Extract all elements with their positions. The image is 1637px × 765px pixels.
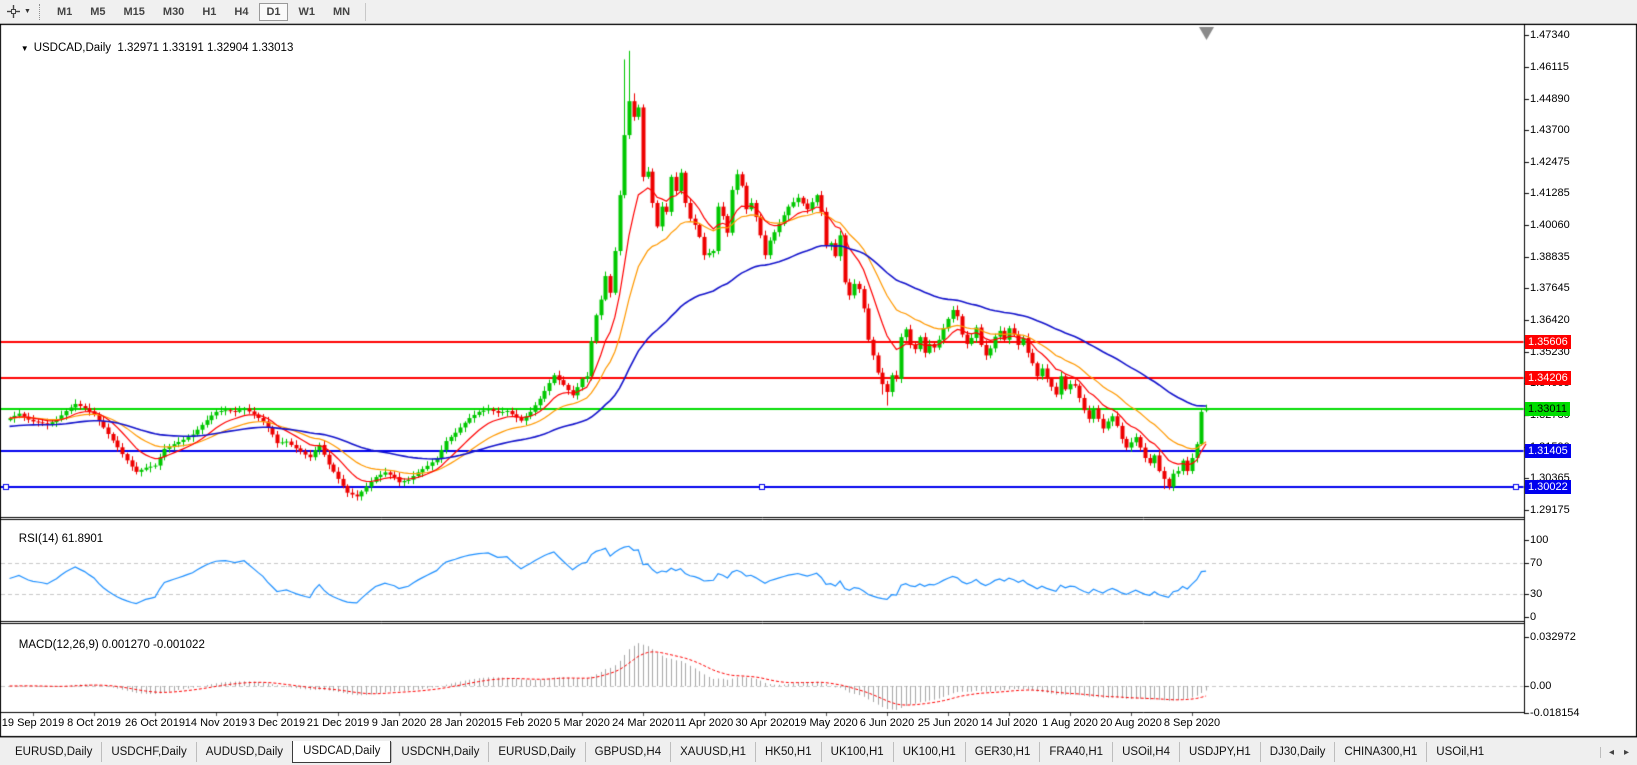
date-axis-label: 1 Aug 2020 (1042, 717, 1098, 729)
price-tick-label: 1.42475 (1530, 156, 1570, 168)
date-axis-label: 14 Jul 2020 (981, 717, 1038, 729)
chart-tab-uk100-h1[interactable]: UK100,H1 (821, 742, 893, 762)
date-axis-label: 24 Mar 2020 (612, 717, 674, 729)
timeframe-w1[interactable]: W1 (292, 3, 323, 21)
date-axis-label: 5 Mar 2020 (554, 717, 610, 729)
date-axis-label: 20 Aug 2020 (1100, 717, 1162, 729)
chart-tab-bar: EURUSD,DailyUSDCHF,DailyAUDUSD,DailyUSDC… (0, 737, 1637, 765)
chevron-down-icon[interactable]: ▼ (24, 8, 31, 15)
chart-canvas[interactable] (0, 0, 1637, 765)
macd-tick-label: 0.032972 (1530, 631, 1576, 643)
chart-tab-china300-h1[interactable]: CHINA300,H1 (1334, 742, 1426, 762)
price-tick-label: 1.41285 (1530, 187, 1570, 199)
chart-tab-usoil-h1[interactable]: USOil,H1 (1426, 742, 1493, 762)
date-axis-label: 19 May 2020 (794, 717, 858, 729)
macd-main-value: 0.001270 (102, 639, 150, 651)
price-tick-label: 1.43700 (1530, 124, 1570, 136)
chart-tab-eurusd-daily[interactable]: EURUSD,Daily (6, 742, 101, 762)
date-axis-label: 19 Sep 2019 (2, 717, 64, 729)
macd-indicator-label: MACD(12,26,9) 0.001270 -0.001022 (6, 627, 205, 663)
date-axis-label: 21 Dec 2019 (307, 717, 369, 729)
price-tick-label: 1.46115 (1530, 61, 1569, 73)
timeframe-h4[interactable]: H4 (227, 3, 255, 21)
chart-tab-uk100-h1[interactable]: UK100,H1 (893, 742, 965, 762)
toolbar-grip (39, 4, 40, 20)
timeframe-buttons: M1M5 M15M30H1H4D1 W1MN (48, 3, 359, 21)
rsi-tick-label: 100 (1530, 534, 1548, 546)
chart-tab-xauusd-h1[interactable]: XAUUSD,H1 (670, 742, 755, 762)
chart-tab-usdjpy-h1[interactable]: USDJPY,H1 (1179, 742, 1260, 762)
rsi-tick-label: 70 (1530, 557, 1542, 569)
price-tick-label: 1.36420 (1530, 314, 1570, 326)
chart-tab-audusd-daily[interactable]: AUDUSD,Daily (196, 742, 292, 762)
rsi-tick-label: 30 (1530, 588, 1542, 600)
toolbar-separator (365, 3, 366, 21)
chart-tab-usdchf-daily[interactable]: USDCHF,Daily (101, 742, 195, 762)
ohlc-open: 1.32971 (117, 42, 159, 54)
rsi-indicator-label: RSI(14) 61.8901 (6, 521, 103, 557)
cursor-tool-button[interactable]: ▼ (6, 4, 31, 19)
rsi-tick-label: 0 (1530, 611, 1536, 623)
chart-tab-usdcnh-daily[interactable]: USDCNH,Daily (391, 742, 488, 762)
macd-tick-label: -0.018154 (1530, 707, 1580, 719)
timeframe-m30[interactable]: M30 (156, 3, 191, 21)
macd-tick-label: 0.00 (1530, 680, 1551, 692)
rsi-value: 61.8901 (62, 533, 104, 545)
timeframe-m1[interactable]: M1 (50, 3, 79, 21)
macd-signal-value: -0.001022 (153, 639, 205, 651)
price-tick-label: 1.37645 (1530, 282, 1570, 294)
date-axis-label: 8 Sep 2020 (1164, 717, 1220, 729)
chart-tab-hk50-h1[interactable]: HK50,H1 (755, 742, 821, 762)
timeframe-mn[interactable]: MN (326, 3, 357, 21)
chart-symbol-header: ▼ USDCAD,Daily 1.32971 1.33191 1.32904 1.… (8, 30, 293, 66)
date-axis-label: 25 Jun 2020 (918, 717, 979, 729)
chart-tab-dj30-daily[interactable]: DJ30,Daily (1260, 742, 1335, 762)
mt4-window: ▼ M1M5 M15M30H1H4D1 W1MN ▼ USDCAD,Daily 1.3… (0, 0, 1637, 765)
ohlc-high: 1.33191 (162, 42, 204, 54)
date-axis-label: 14 Nov 2019 (185, 717, 247, 729)
chart-tab-eurusd-daily[interactable]: EURUSD,Daily (488, 742, 584, 762)
date-axis-label: 11 Apr 2020 (675, 717, 734, 729)
chart-tab-ger30-h1[interactable]: GER30,H1 (965, 742, 1040, 762)
chart-tab-usdcad-daily[interactable]: USDCAD,Daily (292, 741, 391, 763)
tab-scroll-controls: ◂ ▸ (1600, 747, 1637, 758)
date-axis-label: 28 Jan 2020 (430, 717, 491, 729)
tab-scroll-left-icon[interactable]: ◂ (1609, 747, 1614, 758)
date-axis-label: 30 Apr 2020 (735, 717, 794, 729)
timeframe-d1[interactable]: D1 (259, 3, 287, 21)
chart-tab-usoil-h4[interactable]: USOil,H4 (1112, 742, 1179, 762)
timeframe-m15[interactable]: M15 (117, 3, 152, 21)
date-axis-label: 9 Jan 2020 (372, 717, 426, 729)
price-line-badge: 1.34206 (1525, 371, 1571, 385)
price-line-badge: 1.33011 (1525, 402, 1570, 416)
collapse-arrow-icon[interactable]: ▼ (21, 44, 29, 53)
chart-tab-fra40-h1[interactable]: FRA40,H1 (1039, 742, 1112, 762)
price-tick-label: 1.38835 (1530, 251, 1570, 263)
ohlc-low: 1.32904 (207, 42, 249, 54)
timeframe-m5[interactable]: M5 (83, 3, 112, 21)
date-axis-label: 3 Dec 2019 (249, 717, 305, 729)
price-tick-label: 1.47340 (1530, 29, 1570, 41)
date-axis-label: 15 Feb 2020 (490, 717, 552, 729)
chart-tab-gbpusd-h4[interactable]: GBPUSD,H4 (585, 742, 670, 762)
price-line-badge: 1.31405 (1525, 444, 1571, 458)
date-axis-label: 6 Jun 2020 (860, 717, 914, 729)
symbol-name: USDCAD,Daily (34, 42, 111, 54)
price-tick-label: 1.29175 (1530, 504, 1570, 516)
price-tick-label: 1.44890 (1530, 93, 1570, 105)
timeframe-toolbar: ▼ M1M5 M15M30H1H4D1 W1MN (0, 0, 1637, 24)
chart-tabs: EURUSD,DailyUSDCHF,DailyAUDUSD,DailyUSDC… (0, 741, 1600, 763)
date-axis-label: 8 Oct 2019 (67, 717, 121, 729)
price-tick-label: 1.40060 (1530, 219, 1570, 231)
ohlc-close: 1.33013 (252, 42, 294, 54)
tab-scroll-right-icon[interactable]: ▸ (1624, 747, 1629, 758)
crosshair-icon (6, 4, 21, 19)
timeframe-h1[interactable]: H1 (195, 3, 223, 21)
price-line-badge: 1.35606 (1525, 335, 1571, 349)
date-axis-label: 26 Oct 2019 (125, 717, 185, 729)
price-line-badge: 1.30022 (1525, 480, 1571, 494)
